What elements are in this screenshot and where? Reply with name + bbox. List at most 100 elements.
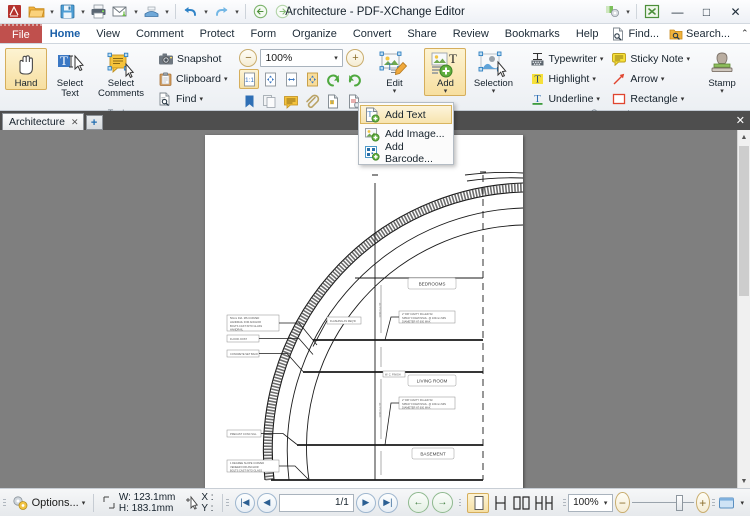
vertical-scrollbar[interactable]: ▲ ▼: [737, 130, 750, 488]
rotate-left-icon[interactable]: [323, 69, 343, 89]
page-number-input[interactable]: 1 /1: [279, 494, 354, 512]
app-logo-icon[interactable]: [4, 2, 25, 22]
sticky-note-caret-icon[interactable]: ▾: [687, 55, 691, 63]
two-page-layout-icon[interactable]: [511, 493, 533, 513]
find-button[interactable]: Find...: [606, 27, 664, 41]
document-viewport[interactable]: BEDROOMS LIVING ROOM BASEMENT 50mm DIA. …: [0, 130, 750, 488]
previous-page-button[interactable]: ◀: [257, 493, 277, 513]
forward-icon[interactable]: [272, 2, 293, 22]
tab-protect[interactable]: Protect: [192, 24, 243, 43]
statusbar-zoom-in-button[interactable]: +: [696, 492, 710, 513]
menu-item-add-barcode[interactable]: Add Barcode...: [360, 143, 452, 162]
stamp-caret-icon[interactable]: ▾: [720, 89, 724, 95]
arrow-button[interactable]: Arrow ▾: [607, 69, 694, 88]
selection-button[interactable]: Selection ▾: [468, 48, 518, 96]
tab-organize[interactable]: Organize: [284, 24, 345, 43]
minimize-button[interactable]: —: [663, 0, 692, 24]
continuous-layout-icon[interactable]: [489, 493, 511, 513]
redo-icon[interactable]: [211, 2, 232, 22]
fullscreen-icon[interactable]: [641, 1, 663, 23]
statusbar-zoom-out-button[interactable]: −: [615, 492, 629, 513]
tab-help[interactable]: Help: [568, 24, 607, 43]
document-tab-architecture[interactable]: Architecture ✕: [2, 113, 84, 130]
first-page-button[interactable]: |◀: [235, 493, 255, 513]
snapshot-button[interactable]: Snapshot: [154, 49, 231, 68]
open-icon[interactable]: [26, 2, 47, 22]
thumbnails-pane-icon[interactable]: [260, 91, 280, 111]
next-page-button[interactable]: ▶: [356, 493, 376, 513]
scroll-down-icon[interactable]: ▼: [738, 474, 750, 488]
fit-page-icon[interactable]: [260, 69, 280, 89]
rectangle-button[interactable]: Rectangle ▾: [607, 89, 694, 108]
file-menu-tab[interactable]: File: [0, 24, 42, 43]
edit-caret-icon[interactable]: ▾: [393, 89, 397, 95]
clipboard-button[interactable]: Clipboard ▾: [154, 69, 231, 88]
actual-size-icon[interactable]: 1:1: [239, 69, 259, 89]
tab-convert[interactable]: Convert: [345, 24, 400, 43]
rotate-right-icon[interactable]: [344, 69, 364, 89]
zoom-in-button[interactable]: +: [346, 49, 364, 67]
tab-comment[interactable]: Comment: [128, 24, 192, 43]
fit-visible-icon[interactable]: [302, 69, 322, 89]
bookmarks-pane-icon[interactable]: [239, 91, 259, 111]
redo-dropdown-caret[interactable]: ▾: [233, 2, 241, 22]
typewriter-button[interactable]: Typewriter ▾: [526, 49, 607, 68]
select-text-button[interactable]: T Select Text: [49, 48, 91, 100]
single-page-layout-icon[interactable]: [467, 493, 489, 513]
attachments-pane-icon[interactable]: [302, 91, 322, 111]
find-caret-icon[interactable]: ▾: [199, 95, 203, 103]
hand-tool-button[interactable]: Hand: [5, 48, 47, 90]
find-tool-button[interactable]: Find ▾: [154, 89, 231, 108]
new-tab-button[interactable]: +: [86, 115, 103, 130]
arrow-caret-icon[interactable]: ▾: [661, 75, 665, 83]
save-dropdown-caret[interactable]: ▾: [79, 2, 87, 22]
fullscreen-mode-icon[interactable]: [717, 493, 736, 513]
statusbar-zoom-combo[interactable]: 100% ▾: [568, 494, 613, 512]
select-comments-button[interactable]: Select Comments: [93, 48, 149, 100]
menu-item-add-text[interactable]: T Add Text: [360, 105, 452, 124]
fullscreen-caret-icon[interactable]: ▾: [738, 499, 748, 507]
add-content-button[interactable]: T Add ▾: [424, 48, 466, 96]
scrollbar-thumb[interactable]: [739, 146, 749, 296]
tab-form[interactable]: Form: [243, 24, 285, 43]
open-dropdown-caret[interactable]: ▾: [48, 2, 56, 22]
zoom-out-button[interactable]: −: [239, 49, 257, 67]
options-button[interactable]: Options... ▾: [8, 491, 90, 515]
close-icon[interactable]: ✕: [71, 117, 79, 128]
search-button[interactable]: Search...: [664, 27, 735, 41]
zoom-slider[interactable]: [632, 493, 694, 513]
pdf-page-1[interactable]: BEDROOMS LIVING ROOM BASEMENT 50mm DIA. …: [205, 135, 523, 488]
clipboard-caret-icon[interactable]: ▾: [224, 75, 228, 83]
fit-width-icon[interactable]: [281, 69, 301, 89]
collapse-ribbon-icon[interactable]: ⌃: [735, 28, 750, 39]
underline-caret-icon[interactable]: ▾: [596, 95, 600, 103]
tab-view[interactable]: View: [88, 24, 128, 43]
tab-bookmarks[interactable]: Bookmarks: [497, 24, 568, 43]
maximize-button[interactable]: □: [692, 0, 721, 24]
last-page-button[interactable]: ▶|: [378, 493, 398, 513]
add-caret-icon[interactable]: ▾: [444, 89, 448, 95]
chevron-down-icon[interactable]: ▾: [329, 54, 342, 62]
email-dropdown-caret[interactable]: ▾: [132, 2, 140, 22]
customize-ribbon-icon[interactable]: [602, 1, 624, 23]
scan-icon[interactable]: [141, 2, 162, 22]
options-caret-icon[interactable]: ▾: [82, 499, 86, 507]
chevron-down-icon[interactable]: ▾: [599, 499, 612, 507]
stamp-button[interactable]: Stamp ▾: [702, 48, 742, 96]
two-page-continuous-layout-icon[interactable]: [533, 493, 555, 513]
close-all-tabs-button[interactable]: ✕: [736, 114, 750, 127]
back-icon[interactable]: [250, 2, 271, 22]
sticky-note-button[interactable]: Sticky Note ▾: [607, 49, 694, 68]
highlight-button[interactable]: T Highlight ▾: [526, 69, 607, 88]
email-icon[interactable]: [110, 2, 131, 22]
zoom-level-combo[interactable]: 100% ▾: [260, 49, 343, 67]
forward-view-button[interactable]: →: [432, 492, 453, 513]
rectangle-caret-icon[interactable]: ▾: [681, 95, 685, 103]
save-icon[interactable]: [57, 2, 78, 22]
highlight-caret-icon[interactable]: ▾: [592, 75, 596, 83]
typewriter-caret-icon[interactable]: ▾: [600, 55, 604, 63]
close-button[interactable]: ✕: [721, 0, 750, 24]
selection-caret-icon[interactable]: ▾: [492, 89, 496, 95]
comments-pane-icon[interactable]: [281, 91, 301, 111]
edit-content-button[interactable]: T Edit ▾: [372, 48, 416, 96]
